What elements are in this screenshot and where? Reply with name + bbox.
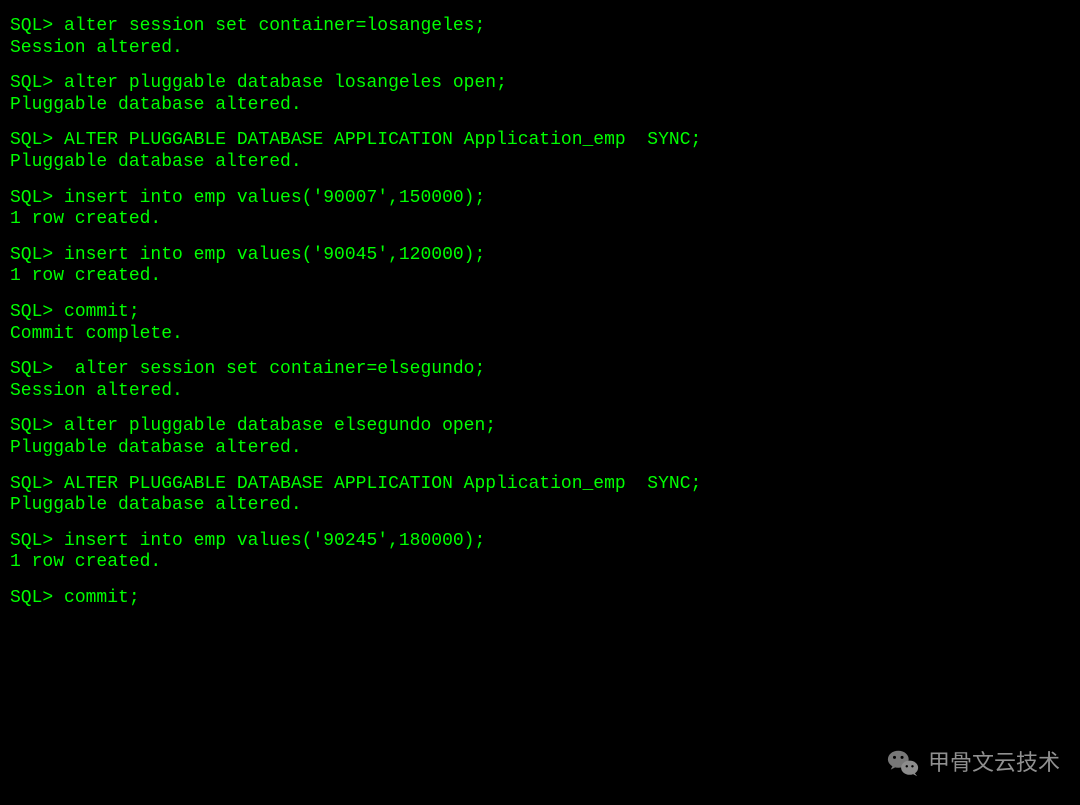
sql-prompt: SQL> <box>10 130 64 150</box>
sql-terminal[interactable]: SQL> alter session set container=losange… <box>10 16 1070 609</box>
wechat-watermark: 甲骨文云技术 <box>886 746 1060 780</box>
sql-output: Pluggable database altered. <box>10 95 1070 117</box>
sql-output: Pluggable database altered. <box>10 438 1070 460</box>
terminal-block: SQL> commit; Commit complete. <box>10 302 1070 345</box>
terminal-block: SQL> ALTER PLUGGABLE DATABASE APPLICATIO… <box>10 130 1070 173</box>
sql-command: commit; <box>64 302 140 322</box>
sql-command: insert into emp values('90045',120000); <box>64 245 485 265</box>
sql-command: alter pluggable database elsegundo open; <box>64 416 496 436</box>
sql-output: Session altered. <box>10 381 1070 403</box>
sql-prompt: SQL> <box>10 359 64 379</box>
sql-command-line: SQL> insert into emp values('90245',1800… <box>10 531 1070 553</box>
sql-output: 1 row created. <box>10 552 1070 574</box>
sql-command: insert into emp values('90245',180000); <box>64 531 485 551</box>
terminal-block: SQL> insert into emp values('90007',1500… <box>10 188 1070 231</box>
sql-command-line: SQL> commit; <box>10 588 1070 610</box>
terminal-block: SQL> insert into emp values('90045',1200… <box>10 245 1070 288</box>
sql-prompt: SQL> <box>10 188 64 208</box>
sql-command-line: SQL> ALTER PLUGGABLE DATABASE APPLICATIO… <box>10 474 1070 496</box>
sql-output: Commit complete. <box>10 324 1070 346</box>
sql-command: ALTER PLUGGABLE DATABASE APPLICATION App… <box>64 130 701 150</box>
sql-command: alter pluggable database losangeles open… <box>64 73 507 93</box>
watermark-label: 甲骨文云技术 <box>928 750 1060 776</box>
sql-output: Pluggable database altered. <box>10 495 1070 517</box>
sql-output: Session altered. <box>10 38 1070 60</box>
sql-command: ALTER PLUGGABLE DATABASE APPLICATION App… <box>64 474 701 494</box>
sql-prompt: SQL> <box>10 245 64 265</box>
sql-prompt: SQL> <box>10 416 64 436</box>
sql-prompt: SQL> <box>10 302 64 322</box>
terminal-block: SQL> commit; <box>10 588 1070 610</box>
terminal-block: SQL> insert into emp values('90245',1800… <box>10 531 1070 574</box>
sql-command-line: SQL> alter session set container=elsegun… <box>10 359 1070 381</box>
wechat-icon <box>886 746 920 780</box>
sql-command-line: SQL> insert into emp values('90007',1500… <box>10 188 1070 210</box>
terminal-block: SQL> alter session set container=losange… <box>10 16 1070 59</box>
sql-output: Pluggable database altered. <box>10 152 1070 174</box>
sql-command: alter session set container=losangeles; <box>64 16 485 36</box>
sql-prompt: SQL> <box>10 73 64 93</box>
sql-command: alter session set container=elsegundo; <box>64 359 485 379</box>
sql-command-line: SQL> insert into emp values('90045',1200… <box>10 245 1070 267</box>
sql-command-line: SQL> commit; <box>10 302 1070 324</box>
terminal-block: SQL> alter session set container=elsegun… <box>10 359 1070 402</box>
sql-command-line: SQL> alter pluggable database losangeles… <box>10 73 1070 95</box>
sql-output: 1 row created. <box>10 209 1070 231</box>
terminal-block: SQL> ALTER PLUGGABLE DATABASE APPLICATIO… <box>10 474 1070 517</box>
sql-command-line: SQL> alter pluggable database elsegundo … <box>10 416 1070 438</box>
sql-prompt: SQL> <box>10 531 64 551</box>
terminal-block: SQL> alter pluggable database losangeles… <box>10 73 1070 116</box>
sql-output: 1 row created. <box>10 266 1070 288</box>
terminal-block: SQL> alter pluggable database elsegundo … <box>10 416 1070 459</box>
sql-prompt: SQL> <box>10 16 64 36</box>
sql-command: commit; <box>64 588 140 608</box>
sql-command: insert into emp values('90007',150000); <box>64 188 485 208</box>
sql-command-line: SQL> alter session set container=losange… <box>10 16 1070 38</box>
sql-prompt: SQL> <box>10 588 64 608</box>
sql-command-line: SQL> ALTER PLUGGABLE DATABASE APPLICATIO… <box>10 130 1070 152</box>
sql-prompt: SQL> <box>10 474 64 494</box>
